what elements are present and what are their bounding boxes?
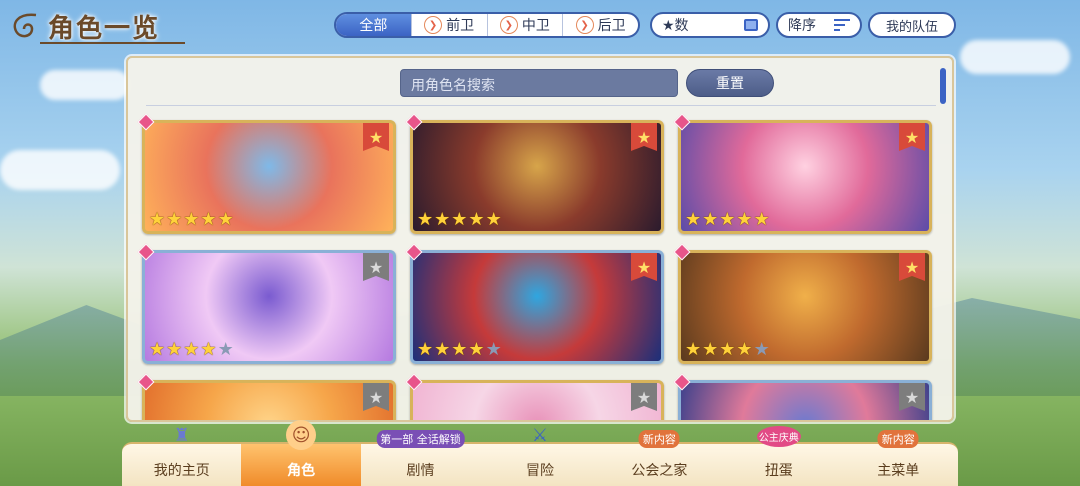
favorite-star-icon[interactable]: ★ <box>899 123 925 151</box>
star-rating: ★ ★ ★ ★ ★ <box>685 341 770 359</box>
favorite-star-icon[interactable]: ★ <box>899 253 925 281</box>
rating-star-icon: ★ <box>451 339 468 360</box>
filter-front[interactable]: ❯ 前卫 <box>412 14 488 36</box>
favorite-star-icon[interactable]: ★ <box>363 123 389 151</box>
rating-star-icon: ★ <box>183 339 200 360</box>
rating-star-icon: ★ <box>719 339 736 360</box>
cloud <box>960 40 1070 74</box>
favorite-star-icon[interactable]: ★ <box>899 383 925 411</box>
scrollbar[interactable] <box>940 68 946 104</box>
character-card[interactable]: ★ ★ ★ ★ ★ ★ <box>410 120 664 234</box>
rating-star-icon: ★ <box>166 339 183 360</box>
rating-star-icon: ★ <box>485 339 502 360</box>
page-title-area: 角色一览 <box>8 6 160 46</box>
rating-star-icon: ★ <box>736 209 753 230</box>
rating-star-icon: ★ <box>468 209 485 230</box>
rating-star-icon: ★ <box>702 339 719 360</box>
character-card[interactable]: ★ ★ ★ ★ ★ ★ <box>142 250 396 364</box>
new-content-badge: 新内容 <box>638 430 680 448</box>
favorite-star-icon[interactable]: ★ <box>363 253 389 281</box>
star-rating: ★ ★ ★ ★ ★ <box>685 211 770 229</box>
reset-button[interactable]: 重置 <box>686 69 774 97</box>
chevron-right-icon: ❯ <box>575 16 594 34</box>
position-filter: 全部 ❯ 前卫 ❯ 中卫 ❯ 后卫 <box>334 12 640 38</box>
character-card[interactable]: ★ ★ ★ ★ ★ ★ <box>678 120 932 234</box>
nav-guild-house[interactable]: 新内容 公会之家 <box>600 430 719 486</box>
bottom-nav: ♜ 我的主页 ☺ 角色 第一部 全话解锁 剧情 ⚔ 冒险 新内容 公会之家 公主… <box>122 420 958 486</box>
nav-story[interactable]: 第一部 全话解锁 剧情 <box>361 430 480 486</box>
rating-star-icon: ★ <box>451 209 468 230</box>
ornament-swirl-icon <box>13 13 37 38</box>
chevron-right-icon: ❯ <box>424 16 443 34</box>
rating-star-icon: ★ <box>434 339 451 360</box>
gacha-badge: 公主庆典 <box>756 426 801 447</box>
character-card[interactable]: ★ <box>410 380 664 420</box>
rating-star-icon: ★ <box>149 209 166 230</box>
story-badge: 第一部 全话解锁 <box>376 430 465 448</box>
rating-star-icon: ★ <box>417 339 434 360</box>
chevron-right-icon: ❯ <box>499 16 518 34</box>
rating-star-icon: ★ <box>434 209 451 230</box>
nav-characters[interactable]: ☺ 角色 <box>241 420 361 486</box>
character-card[interactable]: ★ ★ ★ ★ ★ ★ <box>678 250 932 364</box>
nav-home[interactable]: ♜ 我的主页 <box>122 425 241 486</box>
character-card[interactable]: ★ <box>678 380 932 420</box>
nav-gacha[interactable]: 公主庆典 扭蛋 <box>719 426 838 486</box>
character-list-panel: 用角色名搜索 重置 ★ ★ ★ ★ ★ ★ ★ ★ ★ ★ ★ ★ ★ ★ ★ ★ ★ ★ ★ ★ ★ ★ ★ ★ ★ ★ ★ ★ ★ ★… <box>126 56 954 422</box>
rating-star-icon: ★ <box>719 209 736 230</box>
cloud <box>0 150 120 190</box>
filter-all[interactable]: 全部 <box>336 14 412 36</box>
filter-back[interactable]: ❯ 后卫 <box>563 14 638 36</box>
new-content-badge: 新内容 <box>877 430 919 448</box>
star-rating: ★ ★ ★ ★ ★ <box>149 211 234 229</box>
castle-icon: ♜ <box>173 424 190 446</box>
sword-icon: ⚔ <box>531 424 549 446</box>
title-underline <box>40 42 185 44</box>
rating-star-icon: ★ <box>166 209 183 230</box>
favorite-star-icon[interactable]: ★ <box>363 383 389 411</box>
sort-descending-icon <box>834 19 850 31</box>
window-icon <box>744 19 758 31</box>
rating-star-icon: ★ <box>149 339 166 360</box>
character-card[interactable]: ★ ★ ★ ★ ★ ★ <box>142 120 396 234</box>
favorite-star-icon[interactable]: ★ <box>631 253 657 281</box>
nav-main-menu[interactable]: 新内容 主菜单 <box>839 430 958 486</box>
star-sort-button[interactable]: ★数 <box>650 12 770 38</box>
rating-star-icon: ★ <box>753 209 770 230</box>
character-icon: ☺ <box>286 420 317 450</box>
character-grid: ★ ★ ★ ★ ★ ★ ★ ★ ★ ★ ★ ★ ★ ★ ★ ★ ★ ★ ★ ★ ★ ★ ★ ★ ★ ★ ★ ★ ★ ★ ★ ★ ★ ★ ★ ★ ★ ★ ★ <box>136 114 936 420</box>
star-rating: ★ ★ ★ ★ ★ <box>149 341 234 359</box>
rating-star-icon: ★ <box>217 339 234 360</box>
sort-order-button[interactable]: 降序 <box>776 12 862 38</box>
search-input[interactable]: 用角色名搜索 <box>400 69 678 97</box>
divider <box>146 105 936 106</box>
rating-star-icon: ★ <box>417 209 434 230</box>
rating-star-icon: ★ <box>736 339 753 360</box>
favorite-star-icon[interactable]: ★ <box>631 383 657 411</box>
rating-star-icon: ★ <box>468 339 485 360</box>
cloud <box>40 70 130 100</box>
page-title: 角色一览 <box>48 13 161 44</box>
star-rating: ★ ★ ★ ★ ★ <box>417 341 502 359</box>
rating-star-icon: ★ <box>183 209 200 230</box>
rating-star-icon: ★ <box>200 339 217 360</box>
rating-star-icon: ★ <box>685 339 702 360</box>
rating-star-icon: ★ <box>753 339 770 360</box>
rating-star-icon: ★ <box>200 209 217 230</box>
rating-star-icon: ★ <box>217 209 234 230</box>
character-card[interactable]: ★ <box>142 380 396 420</box>
rating-star-icon: ★ <box>702 209 719 230</box>
character-card[interactable]: ★ ★ ★ ★ ★ ★ <box>410 250 664 364</box>
rating-star-icon: ★ <box>485 209 502 230</box>
star-rating: ★ ★ ★ ★ ★ <box>417 211 502 229</box>
nav-adventure[interactable]: ⚔ 冒险 <box>480 425 599 486</box>
favorite-star-icon[interactable]: ★ <box>631 123 657 151</box>
my-team-button[interactable]: 我的队伍 <box>868 12 956 38</box>
filter-middle[interactable]: ❯ 中卫 <box>488 14 564 36</box>
rating-star-icon: ★ <box>685 209 702 230</box>
